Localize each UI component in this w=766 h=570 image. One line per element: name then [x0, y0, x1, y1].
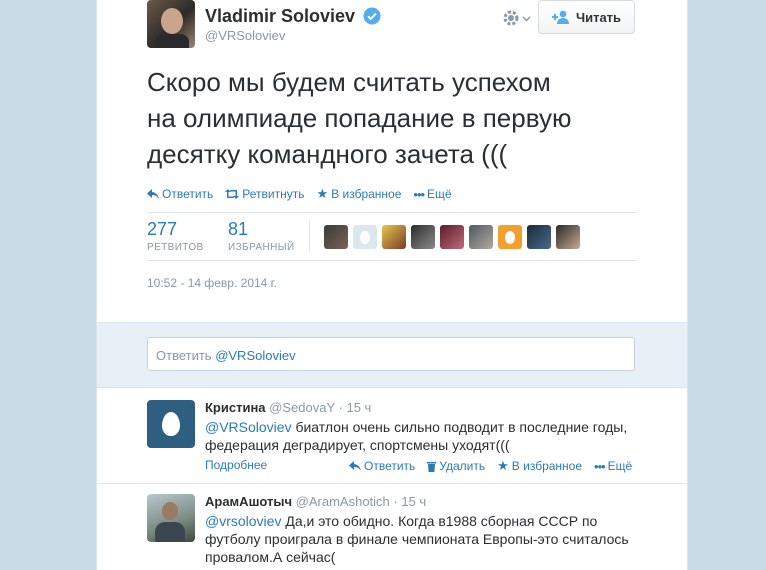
divider: [147, 212, 637, 213]
add-user-icon: [551, 10, 569, 24]
favorites-label[interactable]: ИЗБРАННЫЙ: [228, 242, 295, 253]
reply-avatar[interactable]: [147, 400, 195, 448]
reply-mention[interactable]: @vrsoloviev: [205, 513, 281, 529]
favoriter-avatar[interactable]: [353, 225, 377, 249]
author-avatar[interactable]: [147, 0, 195, 48]
tweet-timestamp[interactable]: 10:52 - 14 февр. 2014 г.: [147, 276, 277, 290]
favorite-action[interactable]: ★ В избранное: [497, 458, 582, 474]
reply-header: Кристина @SedovaY · 15 ч: [205, 400, 371, 415]
tweet-card: Vladimir Soloviev @VRSoloviev Читать Ско…: [96, 0, 688, 570]
favorites-count[interactable]: 81: [228, 219, 248, 240]
favoriter-avatar[interactable]: [382, 225, 406, 249]
reply-action[interactable]: Ответить: [349, 458, 415, 474]
reply-author-name[interactable]: АрамАшотыч: [205, 494, 292, 509]
reply-actions: Ответить Удалить ★ В избранное ••• Ещё: [349, 458, 632, 474]
star-icon: ★: [316, 186, 329, 201]
reply-time[interactable]: · 15 ч: [339, 400, 372, 415]
reply-text: @VRSoloviev биатлон очень сильно подводи…: [205, 419, 628, 453]
author-name[interactable]: Vladimir Soloviev: [205, 6, 355, 27]
favoriter-avatar[interactable]: [324, 225, 348, 249]
reply-time[interactable]: · 15 ч: [393, 494, 426, 509]
more-action[interactable]: ••• Ещё: [413, 186, 451, 202]
divider: [147, 260, 637, 261]
settings-gear-icon[interactable]: [502, 9, 531, 27]
more-action[interactable]: ••• Ещё: [594, 458, 632, 474]
reply-icon: [349, 461, 361, 471]
favoriter-avatar[interactable]: [469, 225, 493, 249]
retweet-action[interactable]: Ретвитнуть: [225, 186, 305, 202]
retweets-count[interactable]: 277: [147, 219, 177, 240]
tweet-text-line: десятку командного зачета (((: [147, 139, 508, 169]
favoriter-avatar[interactable]: [556, 225, 580, 249]
favoriter-avatar[interactable]: [498, 225, 522, 249]
reply-icon: [147, 189, 159, 199]
delete-action[interactable]: Удалить: [427, 458, 485, 474]
more-dots-icon: •••: [594, 458, 606, 474]
favoriter-avatar[interactable]: [440, 225, 464, 249]
verified-badge-icon: [363, 7, 381, 30]
favoriter-avatar[interactable]: [411, 225, 435, 249]
trash-icon: [427, 461, 437, 472]
reply-text: @vrsoloviev Да,и это обидно. Когда в1988…: [205, 513, 629, 565]
reply-header: АрамАшотыч @AramAshotich · 15 ч: [205, 494, 426, 509]
more-dots-icon: •••: [413, 186, 425, 202]
retweet-icon: [225, 189, 240, 199]
chevron-down-icon: [522, 15, 531, 22]
follow-label: Читать: [575, 9, 622, 25]
favorite-action[interactable]: ★ В избранное: [317, 186, 402, 202]
reply-handle[interactable]: @AramAshotich: [296, 494, 390, 509]
reply-author-name[interactable]: Кристина: [205, 400, 266, 415]
egg-icon: [162, 412, 180, 436]
favoriter-avatar[interactable]: [527, 225, 551, 249]
star-icon: ★: [497, 458, 509, 473]
follow-button[interactable]: Читать: [538, 0, 635, 34]
author-handle[interactable]: @VRSoloviev: [205, 28, 285, 43]
tweet-text: Скоро мы будем считать успехом на олимпи…: [147, 64, 571, 172]
reply-handle[interactable]: @SedovaY: [269, 400, 335, 415]
reply-mention[interactable]: @VRSoloviev: [205, 419, 292, 435]
reply-input[interactable]: Ответить @VRSoloviev: [147, 337, 635, 371]
stats-separator: [309, 220, 310, 252]
reply-avatar[interactable]: [147, 494, 195, 542]
reply-divider: [97, 483, 687, 484]
tweet-text-line: на олимпиаде попадание в первую: [147, 103, 572, 133]
retweets-label[interactable]: РЕТВИТОВ: [147, 242, 204, 253]
reply-area: Ответить @VRSoloviev: [97, 322, 687, 388]
tweet-text-line: Скоро мы будем считать успехом: [147, 67, 551, 97]
reply-action[interactable]: Ответить: [147, 186, 213, 202]
tweet-actions: Ответить Ретвитнуть ★ В избранное ••• Ещ…: [147, 186, 452, 202]
reply-details-link[interactable]: Подробнее: [205, 458, 267, 472]
